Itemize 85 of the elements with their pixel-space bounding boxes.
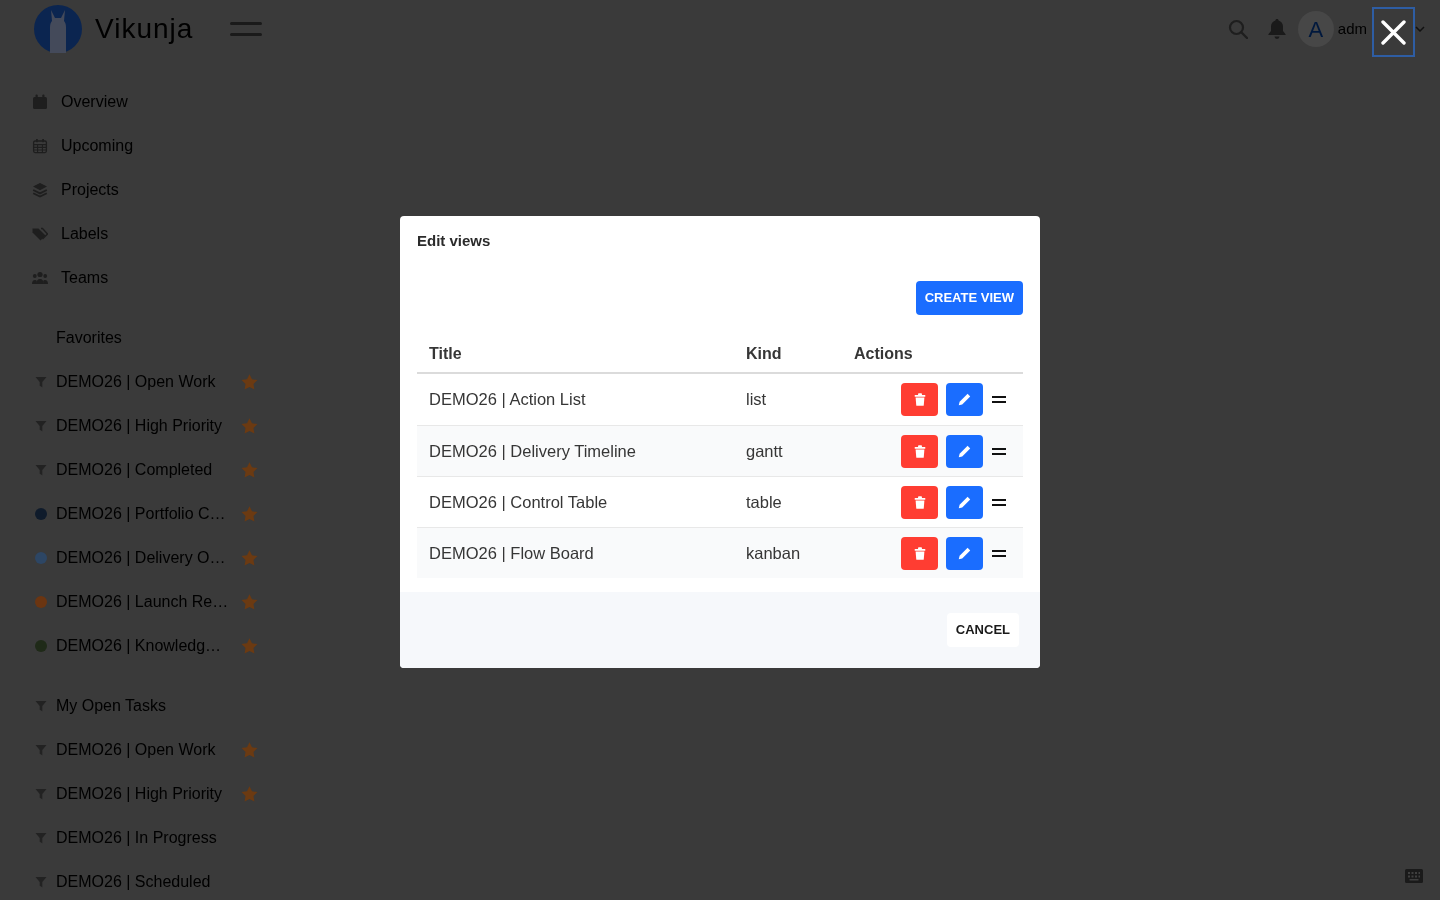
layers-icon [32,182,48,198]
logo-text: Vikunja [95,12,194,46]
table-cell-text: DEMO26 | Action List [429,389,586,411]
project-link[interactable]: DEMO26 | Portfolio C… [0,492,262,536]
project-link[interactable]: DEMO26 | In Progress [0,816,262,860]
star-icon[interactable] [241,462,258,478]
delete-button[interactable] [901,434,938,468]
drag-handle-icon[interactable] [992,498,1006,506]
edit-button[interactable] [946,383,983,416]
filter-icon [35,376,47,388]
logo-icon[interactable] [34,5,82,53]
project-link[interactable]: DEMO26 | Open Work [0,360,262,404]
filter-icon [35,788,47,800]
drag-handle-icon[interactable] [992,396,1006,403]
nav-link[interactable]: Overview [0,80,136,124]
bell-icon[interactable] [1267,19,1286,39]
nav-link[interactable]: Projects [0,168,127,212]
star-icon[interactable] [241,418,258,434]
trash-icon [913,546,926,560]
tags-icon [32,226,48,242]
close-icon [1381,19,1406,45]
star-icon[interactable] [241,638,258,654]
trash-icon [913,495,926,509]
project-link[interactable]: DEMO26 | Launch Re… [0,580,262,624]
table-cell-text: DEMO26 | Control Table [429,491,608,513]
pencil-icon [958,393,971,406]
delete-button[interactable] [901,536,938,570]
table-cell-text: DEMO26 | Flow Board [429,542,594,564]
pencil-icon [958,546,971,560]
user-avatar[interactable]: A [1297,11,1334,47]
menu-icon[interactable] [230,22,263,36]
calendar-icon [32,94,48,110]
pencil-icon [958,444,971,458]
star-icon[interactable] [241,594,258,610]
calendar-grid-icon [32,138,48,154]
users-icon [32,270,48,286]
modal-title: Edit views [417,230,491,251]
filter-icon [35,744,47,756]
star-icon[interactable] [241,742,258,758]
pencil-icon [958,495,971,509]
project-link[interactable]: DEMO26 | High Priority [0,404,262,448]
project-link[interactable]: DEMO26 | Open Work [0,728,262,772]
drag-handle-icon[interactable] [992,447,1006,455]
nav-link[interactable]: Teams [0,256,117,300]
filter-icon [35,832,47,844]
delete-button[interactable] [901,383,938,416]
create-view-button[interactable]: CREATE VIEW [915,281,1023,315]
column-header: Actions [854,343,913,364]
star-icon[interactable] [241,374,258,390]
project-link[interactable]: DEMO26 | High Priority [0,772,262,816]
table-cell-text: gantt [746,440,783,462]
trash-icon [913,444,926,458]
project-link[interactable]: DEMO26 | Scheduled [0,860,262,900]
table-cell-text: table [746,491,782,513]
username-text[interactable]: adm [1337,17,1367,41]
project-link[interactable]: DEMO26 | Delivery O… [0,536,262,580]
star-icon[interactable] [241,506,258,522]
star-icon[interactable] [241,550,258,566]
column-header: Kind [746,343,782,364]
project-link[interactable]: DEMO26 | Completed [0,448,262,492]
column-header: Title [429,343,462,364]
edit-button[interactable] [946,434,983,468]
edit-button[interactable] [946,536,983,570]
nav-link[interactable]: Labels [0,212,117,256]
table-cell-text: kanban [746,542,801,564]
favorites-link[interactable]: Favorites [56,316,122,360]
trash-icon [913,393,926,406]
project-link[interactable]: DEMO26 | Knowledg… [0,624,262,668]
drag-handle-icon[interactable] [992,549,1006,557]
chevron-down-icon[interactable] [1415,26,1425,32]
close-button[interactable] [1372,7,1415,57]
table-cell-text: DEMO26 | Delivery Timeline [429,440,636,462]
filter-icon [35,464,47,476]
table-cell-text: list [746,389,767,411]
keyboard-icon[interactable] [1405,869,1423,883]
filter-icon [35,700,47,712]
delete-button[interactable] [901,485,938,519]
edit-button[interactable] [946,485,983,519]
nav-link[interactable]: Upcoming [0,124,142,168]
filter-icon [35,876,47,888]
project-link[interactable]: My Open Tasks [0,684,262,728]
cancel-button[interactable]: CANCEL [946,613,1019,647]
filter-icon [35,420,47,432]
star-icon[interactable] [241,786,258,802]
search-icon[interactable] [1227,19,1248,39]
